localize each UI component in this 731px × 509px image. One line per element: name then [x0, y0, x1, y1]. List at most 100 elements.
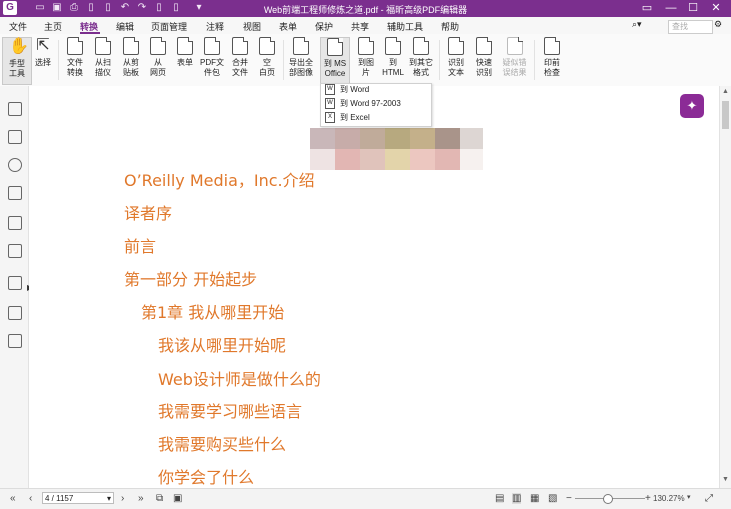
menu-share[interactable]: 共享 — [351, 20, 369, 33]
toc-entry[interactable]: 第一部分 开始起步 — [124, 266, 257, 290]
file-convert-button[interactable]: 文件 转换 — [61, 37, 89, 83]
excel-icon: X — [325, 112, 335, 124]
last-page-icon[interactable]: » — [138, 493, 144, 504]
to-image-button[interactable]: 到图 片 — [352, 37, 380, 83]
zoom-in-icon[interactable]: + — [645, 493, 651, 504]
toc-entry[interactable]: 我该从哪里开始呢 — [158, 332, 286, 356]
single-page-icon[interactable]: ▤ — [495, 493, 504, 504]
zoom-out-icon[interactable]: − — [566, 493, 572, 504]
pdf-package-button[interactable]: PDF文 件包 — [198, 37, 226, 83]
scroll-down-icon[interactable]: ▼ — [722, 476, 729, 483]
page-view-icon[interactable]: ⧉ — [156, 493, 163, 504]
menu-accessibility[interactable]: 辅助工具 — [387, 20, 423, 33]
rotate-view-icon[interactable]: ▣ — [173, 493, 182, 504]
suspect-results-button[interactable]: 疑似错 误结果 — [498, 37, 531, 83]
settings-icon[interactable]: ⚙ — [714, 19, 722, 30]
continuous-page-icon[interactable]: ▥ — [512, 493, 522, 504]
export-images-icon — [293, 37, 309, 55]
from-clipboard-button[interactable]: 从剪 贴板 — [117, 37, 145, 83]
toc-entry[interactable]: 你学会了什么 — [158, 464, 254, 488]
ms-office-icon — [327, 38, 343, 56]
menu-help[interactable]: 帮助 — [441, 20, 459, 33]
toc-entry[interactable]: Web设计师是做什么的 — [158, 366, 321, 390]
attachment-icon[interactable] — [8, 216, 22, 230]
dropdown-to-excel[interactable]: X到 Excel — [325, 112, 370, 125]
dropdown-to-word-97-2003[interactable]: W到 Word 97-2003 — [325, 98, 401, 111]
bookmark-icon[interactable] — [8, 102, 22, 116]
word-icon: W — [325, 84, 335, 96]
menu-file[interactable]: 文件 — [9, 20, 27, 33]
scrollbar-thumb[interactable] — [722, 101, 729, 129]
facing-page-icon[interactable]: ▦ — [530, 493, 539, 504]
compare-icon[interactable] — [8, 334, 22, 348]
toc-entry[interactable]: 前言 — [124, 233, 156, 257]
menu-page-manage[interactable]: 页面管理 — [151, 20, 187, 33]
toc-entry[interactable]: 我需要购买些什么 — [158, 431, 286, 455]
left-sidebar — [0, 86, 29, 488]
ribbon-separator — [534, 40, 535, 80]
blank-page-button[interactable]: 空 白页 — [253, 37, 281, 83]
zoom-dropdown-icon[interactable]: ▾ — [687, 493, 691, 501]
to-ms-office-button[interactable]: 到 MS Office — [320, 37, 350, 85]
zoom-slider-handle[interactable] — [602, 494, 613, 504]
to-html-button[interactable]: 到 HTML — [379, 37, 407, 83]
select-button[interactable]: ⇱ 选择 — [29, 37, 57, 83]
first-page-icon[interactable]: « — [10, 493, 16, 504]
toc-entry[interactable]: 译者序 — [124, 200, 172, 224]
toc-entry[interactable]: 第1章 我从哪里开始 — [141, 299, 284, 323]
from-webpage-button[interactable]: 从 网页 — [144, 37, 172, 83]
quick-ocr-button[interactable]: 快速 识别 — [470, 37, 498, 83]
scanner-icon — [95, 37, 111, 55]
comments-icon[interactable] — [8, 158, 22, 172]
layers-icon[interactable] — [8, 186, 22, 200]
menu-form[interactable]: 表单 — [279, 20, 297, 33]
menu-home[interactable]: 主页 — [44, 20, 62, 33]
clipboard-icon — [123, 37, 139, 55]
preflight-button[interactable]: 印前 检查 — [538, 37, 566, 83]
search-input[interactable]: 查找 — [668, 20, 713, 34]
menu-annotate[interactable]: 注释 — [206, 20, 224, 33]
menu-view[interactable]: 视图 — [243, 20, 261, 33]
ribbon-separator — [58, 40, 59, 80]
dropdown-to-word[interactable]: W到 Word — [325, 84, 369, 97]
security-icon[interactable] — [8, 244, 22, 258]
to-other-format-button[interactable]: 到其它 格式 — [406, 37, 436, 83]
lightbulb-icon[interactable]: ✦ — [680, 94, 704, 118]
preflight-icon — [544, 37, 560, 55]
toc-entry[interactable]: 我需要学习哪些语言 — [158, 398, 302, 422]
hand-tool-button[interactable]: ✋ 手型 工具 — [2, 37, 32, 85]
status-bar: « ‹ 4 / 1157 ▾ › » ⧉ ▣ ▤ ▥ ▦ ▧ − + 130.27… — [0, 488, 731, 509]
signature-icon[interactable] — [8, 306, 22, 320]
other-format-icon — [413, 37, 429, 55]
content-icon[interactable] — [8, 276, 22, 290]
menu-protect[interactable]: 保护 — [315, 20, 333, 33]
export-all-images-button[interactable]: 导出全 部图像 — [286, 37, 316, 83]
next-page-icon[interactable]: › — [121, 493, 124, 504]
merge-files-button[interactable]: 合并 文件 — [226, 37, 254, 83]
ribbon-toggle-icon[interactable]: ▭ — [640, 1, 654, 15]
ocr-text-button[interactable]: 识别 文本 — [442, 37, 470, 83]
ribbon-toolbar: ✋ 手型 工具 ⇱ 选择 文件 转换 从扫 描仪 从剪 贴板 从 网页 表单 P… — [0, 34, 731, 87]
find-options-icon[interactable]: ⌕▾ — [632, 19, 642, 30]
form-button[interactable]: 表单 — [171, 37, 199, 83]
minimize-button[interactable]: — — [664, 1, 678, 15]
continuous-facing-icon[interactable]: ▧ — [548, 493, 557, 504]
maximize-button[interactable]: ☐ — [686, 1, 700, 15]
fullscreen-icon[interactable]: ⤢ — [705, 493, 713, 504]
close-button[interactable]: ✕ — [709, 1, 723, 15]
prev-page-icon[interactable]: ‹ — [29, 493, 32, 504]
zoom-level[interactable]: 130.27% — [653, 494, 685, 503]
scroll-up-icon[interactable]: ▲ — [722, 88, 729, 95]
ocr-icon — [448, 37, 464, 55]
page-number-field[interactable]: 4 / 1157 ▾ — [42, 492, 114, 504]
webpage-icon — [150, 37, 166, 55]
toc-entry[interactable]: O’Reilly Media，Inc.介绍 — [124, 167, 315, 191]
ribbon-separator — [283, 40, 284, 80]
from-scanner-button[interactable]: 从扫 描仪 — [89, 37, 117, 83]
vertical-scrollbar[interactable]: ▲ ▼ — [719, 86, 731, 488]
file-convert-icon — [67, 37, 83, 55]
pages-icon[interactable] — [8, 130, 22, 144]
menu-edit[interactable]: 编辑 — [116, 20, 134, 33]
quick-ocr-icon — [476, 37, 492, 55]
blank-page-icon — [259, 37, 275, 55]
